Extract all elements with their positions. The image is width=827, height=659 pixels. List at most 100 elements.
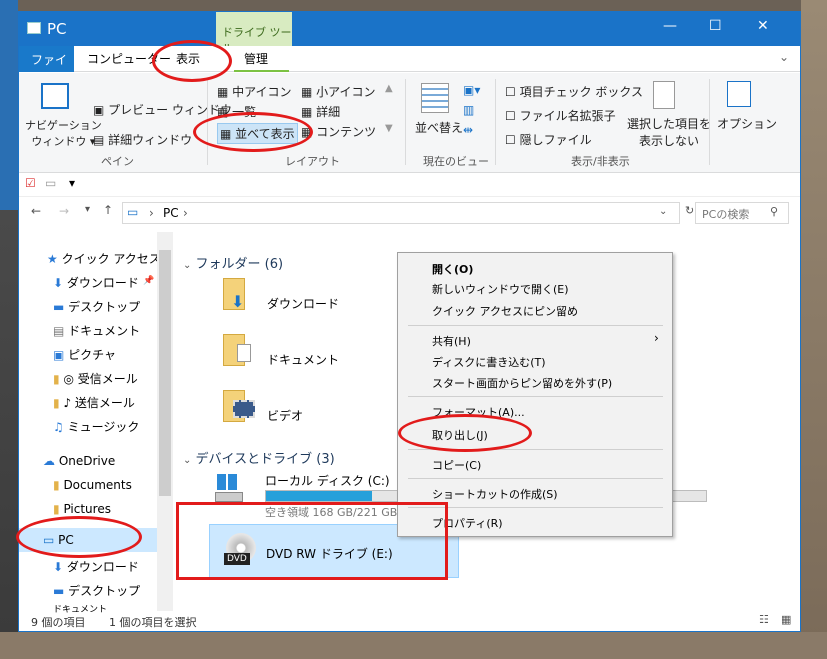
search-input[interactable]: PCの検索 ⚲	[695, 202, 789, 224]
folder-downloads[interactable]: ダウンロード	[267, 295, 339, 312]
sidebar-item-inbox[interactable]: ▮ ◎ 受信メール	[53, 370, 138, 387]
sidebar-label: ♪ 送信メール	[63, 396, 135, 410]
sidebar-label: Documents	[63, 478, 132, 492]
file-extensions-toggle[interactable]: ☐ ファイル名拡張子	[505, 107, 616, 124]
sidebar-item-pc-downloads[interactable]: ⬇ ダウンロード	[53, 558, 139, 575]
sort-button[interactable]: 並べ替え	[415, 119, 463, 136]
cloud-icon: ☁	[43, 454, 55, 468]
sidebar-item-desktop[interactable]: ▬ デスクトップ	[53, 298, 140, 315]
sidebar-item-quick-access[interactable]: ★ クイック アクセス	[47, 250, 161, 267]
ribbon-tabs: ファイル コンピューター 表示 管理 ⌄	[19, 46, 800, 84]
back-icon[interactable]: ←	[31, 204, 41, 218]
item-checkboxes-toggle[interactable]: ☐ 項目チェック ボックス	[505, 83, 643, 100]
close-button[interactable]: ✕	[757, 18, 769, 34]
menu-item-unpin-start[interactable]: スタート画面からピン留めを外す(P)	[432, 375, 612, 391]
up-icon[interactable]: ↑	[103, 203, 113, 217]
annotation-oval-pc	[16, 516, 142, 558]
menu-item-open[interactable]: 開く(O)	[432, 261, 473, 277]
expand-ribbon-icon[interactable]: ⌄	[779, 50, 789, 64]
sidebar-item-music[interactable]: ♫ ミュージック	[53, 418, 139, 435]
hide-selected-button[interactable]: 選択した項目を 表示しない	[627, 115, 711, 149]
sidebar-label: デスクトップ	[68, 584, 141, 598]
navigation-pane-icon	[41, 83, 69, 109]
tab-manage-label: 管理	[244, 52, 269, 66]
new-folder-icon[interactable]: ▭	[45, 176, 56, 190]
desktop-icon: ▬	[53, 300, 65, 314]
quick-access-toolbar: ☑ ▭ ▾	[19, 173, 800, 197]
annotation-box-dvd	[176, 502, 448, 580]
recent-locations-icon[interactable]: ▾	[85, 204, 90, 215]
layout-scroll-down-icon[interactable]: ▼	[385, 123, 393, 134]
sidebar-item-od-documents[interactable]: ▮ Documents	[53, 478, 132, 492]
sidebar-item-od-pictures[interactable]: ▮ Pictures	[53, 502, 111, 516]
local-disk-label[interactable]: ローカル ディスク (C:)	[265, 472, 390, 489]
tab-manage[interactable]: 管理	[234, 46, 289, 72]
layout-scroll-up-icon[interactable]: ▲	[385, 83, 393, 94]
menu-item-pin-quick-access[interactable]: クイック アクセスにピン留め	[432, 303, 578, 319]
small-icons-label: 小アイコン	[316, 85, 376, 99]
annotation-oval-tiles	[193, 112, 313, 152]
menu-item-copy[interactable]: コピー(C)	[432, 457, 481, 473]
sidebar-item-onedrive[interactable]: ☁ OneDrive	[43, 454, 115, 468]
medium-icons-button[interactable]: ▦ 中アイコン	[217, 83, 292, 100]
document-icon	[237, 344, 251, 362]
small-icons-button[interactable]: ▦ 小アイコン	[301, 83, 376, 100]
folder-videos[interactable]: ビデオ	[267, 407, 303, 424]
folders-header-label: フォルダー (6)	[195, 257, 284, 272]
sidebar-scrollbar[interactable]	[157, 232, 173, 611]
scrollbar-thumb[interactable]	[159, 250, 171, 496]
title-bar[interactable]: PC ドライブ ツール — ☐ ✕	[19, 12, 800, 55]
large-icons-view-icon[interactable]: ▦	[781, 613, 791, 626]
maximize-button[interactable]: ☐	[709, 18, 722, 34]
menu-item-share[interactable]: 共有(H)	[432, 333, 471, 349]
options-button[interactable]: オプション	[717, 115, 777, 132]
customize-toolbar-icon[interactable]: ▾	[69, 176, 75, 190]
details-pane-button[interactable]: ▤ 詳細ウィンドウ	[93, 131, 192, 148]
menu-item-burn[interactable]: ディスクに書き込む(T)	[432, 354, 546, 370]
item-checkboxes-label: 項目チェック ボックス	[519, 85, 644, 99]
pictures-icon: ▣	[53, 348, 65, 362]
quick-access-label: クイック アクセス	[61, 252, 161, 266]
context-menu: 開く(O) 新しいウィンドウで開く(E) クイック アクセスにピン留め 共有(H…	[397, 252, 673, 537]
details-button[interactable]: ▦ 詳細	[301, 103, 340, 120]
windows-drive-icon	[215, 474, 243, 504]
size-columns-icon[interactable]: ⇹	[463, 123, 473, 137]
details-view-icon[interactable]: ☷	[759, 613, 769, 626]
refresh-icon[interactable]: ↻	[685, 204, 694, 217]
folder-documents[interactable]: ドキュメント	[267, 351, 339, 368]
annotation-oval-view-tab	[152, 40, 232, 82]
document-icon: ▤	[53, 324, 65, 338]
forward-icon[interactable]: →	[59, 204, 69, 218]
folder-icon: ▮	[53, 372, 60, 386]
sidebar-item-pc-desktop[interactable]: ▬ デスクトップ	[53, 582, 140, 599]
address-bar[interactable]: ▭ › PC › ⌄	[122, 202, 680, 224]
folder-icon: ▮	[53, 502, 60, 516]
hide-selected-icon	[653, 81, 675, 109]
sidebar-item-sent[interactable]: ▮ ♪ 送信メール	[53, 394, 135, 411]
sidebar-label: ダウンロード	[66, 560, 139, 574]
navigation-pane-button[interactable]: ナビゲーション ウィンドウ ▾	[25, 117, 102, 149]
group-by-icon[interactable]: ▣▾	[463, 83, 480, 97]
folders-header[interactable]: ⌄ フォルダー (6)	[183, 253, 283, 272]
selected-count: 1 個の項目を選択	[109, 616, 197, 629]
sidebar-label: デスクトップ	[68, 300, 141, 314]
minimize-button[interactable]: —	[663, 18, 677, 34]
sidebar-item-pictures[interactable]: ▣ ピクチャ	[53, 346, 116, 363]
breadcrumb-pc[interactable]: PC	[163, 206, 179, 220]
sidebar-item-downloads[interactable]: ⬇ ダウンロード	[53, 274, 139, 291]
preview-pane-button[interactable]: ▣ プレビュー ウィンドウ	[93, 101, 232, 118]
menu-item-open-new-window[interactable]: 新しいウィンドウで開く(E)	[432, 281, 569, 297]
properties-icon[interactable]: ☑	[25, 176, 36, 190]
hidden-items-toggle[interactable]: ☐ 隠しファイル	[505, 131, 592, 148]
menu-item-create-shortcut[interactable]: ショートカットの作成(S)	[432, 486, 558, 502]
sidebar-item-documents[interactable]: ▤ ドキュメント	[53, 322, 140, 339]
devices-header[interactable]: ⌄ デバイスとドライブ (3)	[183, 448, 335, 467]
tab-file[interactable]: ファイル	[19, 46, 74, 84]
download-icon: ⬇	[53, 276, 64, 290]
hidden-items-label: 隠しファイル	[519, 133, 592, 147]
address-dropdown-icon[interactable]: ⌄	[659, 206, 667, 217]
ribbon: ナビゲーション ウィンドウ ▾ ▣ プレビュー ウィンドウ ▤ 詳細ウィンドウ …	[19, 73, 800, 173]
sidebar-label: ピクチャ	[68, 348, 117, 362]
separator	[709, 79, 710, 165]
add-columns-icon[interactable]: ▥	[463, 103, 474, 117]
